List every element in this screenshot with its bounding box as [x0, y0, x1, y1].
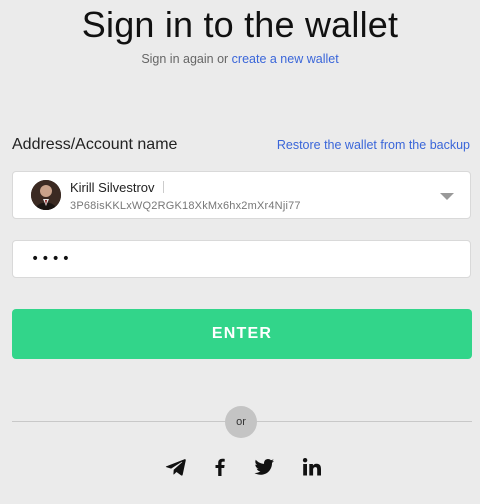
subtitle: Sign in again or create a new wallet	[0, 52, 480, 66]
chevron-down-icon[interactable]	[440, 193, 454, 200]
sign-in-page: Sign in to the wallet Sign in again or c…	[0, 0, 480, 504]
subtitle-text: Sign in again or	[141, 52, 229, 66]
account-name: Kirill Silvestrov	[70, 180, 164, 195]
telegram-icon[interactable]	[164, 455, 188, 479]
restore-backup-link[interactable]: Restore the wallet from the backup	[277, 138, 470, 152]
account-field-label: Address/Account name	[12, 136, 178, 153]
account-address: 3P68isKKLxWQ2RGK18XkMx6hx2mXr4Nji77	[70, 200, 301, 212]
enter-button[interactable]: ENTER	[12, 309, 472, 359]
account-name-text: Kirill Silvestrov	[70, 180, 155, 195]
avatar	[31, 180, 61, 210]
create-wallet-link[interactable]: create a new wallet	[232, 52, 339, 66]
social-login	[0, 455, 480, 479]
password-input[interactable]	[12, 240, 471, 278]
name-separator	[162, 181, 164, 193]
linkedin-icon[interactable]	[300, 455, 324, 479]
or-badge: or	[225, 406, 257, 438]
twitter-icon[interactable]	[252, 455, 276, 479]
account-select[interactable]: Kirill Silvestrov 3P68isKKLxWQ2RGK18XkMx…	[12, 171, 471, 219]
facebook-icon[interactable]	[208, 455, 232, 479]
page-title: Sign in to the wallet	[81, 4, 399, 45]
